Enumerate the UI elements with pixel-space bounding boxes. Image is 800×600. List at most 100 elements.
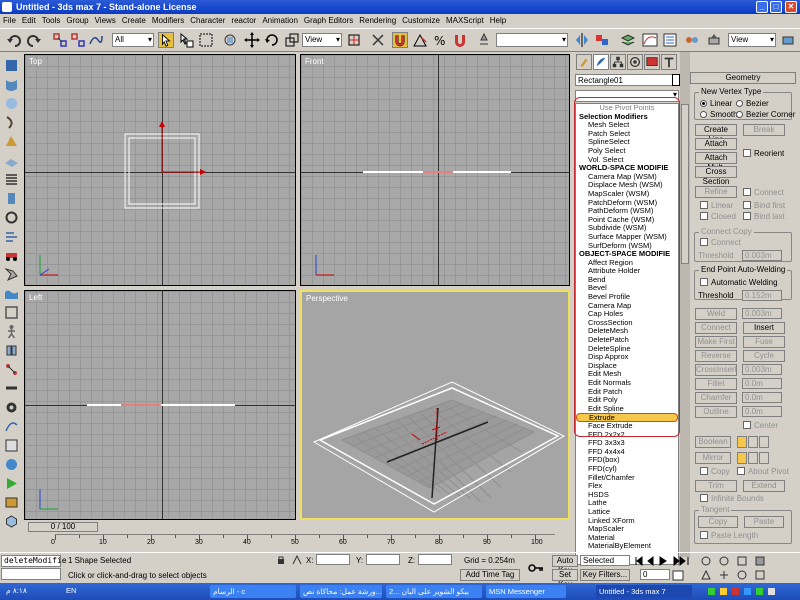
viewport-navigation-controls[interactable] (698, 555, 798, 583)
crossinsert-button[interactable]: CrossInsert (695, 364, 737, 376)
render-scene-icon[interactable] (706, 32, 722, 48)
layer-manager-icon[interactable] (620, 32, 636, 48)
percent-snap-icon[interactable]: % (432, 32, 448, 48)
outline-field[interactable]: 0.0m (742, 406, 782, 417)
extend-button[interactable]: Extend (743, 480, 785, 492)
current-frame-field[interactable]: 0 (640, 569, 670, 580)
use-pivot-center-icon[interactable] (346, 32, 362, 48)
weld-field[interactable]: 0.003m (742, 308, 782, 319)
command-panel-scrollbar[interactable] (680, 52, 690, 557)
paste-length-checkbox[interactable] (700, 531, 708, 539)
create-line-button[interactable]: Create Line (695, 124, 737, 144)
taskbar-clock[interactable]: ٨:١٨ م (6, 586, 27, 595)
about-pivot-checkbox[interactable] (737, 467, 745, 475)
taskbar-item-3dsmax[interactable]: Untitled - 3ds max 7 (596, 585, 692, 598)
menu-modifiers[interactable]: Modifiers (149, 16, 187, 25)
named-selection-icon[interactable] (476, 32, 492, 48)
chamfer-field[interactable]: 0.0m (742, 392, 782, 403)
bind-space-warp-icon[interactable] (88, 32, 104, 48)
create-tab-icon[interactable] (576, 54, 592, 70)
smooth-radio[interactable] (700, 111, 707, 118)
linear-radio[interactable] (700, 100, 707, 107)
absolute-mode-icon[interactable] (292, 555, 302, 565)
spring-icon[interactable] (4, 172, 19, 187)
geometry-rollout-header[interactable]: Geometry (690, 72, 796, 84)
toy-car-icon[interactable] (4, 248, 19, 263)
motion-tab-icon[interactable] (627, 54, 643, 70)
mirror-vertical-icon[interactable] (748, 452, 758, 464)
preview-icon[interactable] (4, 476, 19, 491)
fillet-field[interactable]: 0.0m (742, 378, 782, 389)
wind-icon[interactable] (4, 229, 19, 244)
car-wheel-icon[interactable] (4, 400, 19, 415)
point-to-path-icon[interactable] (4, 419, 19, 434)
menu-maxscript[interactable]: MAXScript (443, 16, 487, 25)
connect-copy-checkbox[interactable] (700, 238, 708, 246)
system-tray-icons[interactable] (706, 586, 786, 597)
key-filters-button[interactable]: Key Filters... (580, 569, 630, 581)
make-first-button[interactable]: Make First (695, 336, 737, 348)
connect-button[interactable]: Connect (695, 322, 737, 334)
display-tab-icon[interactable] (644, 54, 660, 70)
object-name-field[interactable]: Rectangle01 (575, 74, 673, 86)
deforming-mesh-icon[interactable] (4, 134, 19, 149)
set-key-mode-icon[interactable] (528, 562, 544, 574)
menu-views[interactable]: Views (92, 16, 119, 25)
select-and-move-icon[interactable] (244, 32, 260, 48)
reorient-checkbox[interactable] (743, 149, 751, 157)
mirror-both-icon[interactable] (759, 452, 769, 464)
redo-icon[interactable] (26, 32, 42, 48)
hinge-icon[interactable] (4, 343, 19, 358)
schematic-view-icon[interactable] (662, 32, 678, 48)
rag-doll-icon[interactable] (4, 324, 19, 339)
y-coord-field[interactable] (366, 554, 400, 565)
properties-icon[interactable] (4, 438, 19, 453)
fillet-button[interactable]: Fillet (695, 378, 737, 390)
angle-snap-icon[interactable] (412, 32, 428, 48)
object-color-swatch[interactable] (672, 74, 680, 86)
dashpot-icon[interactable] (4, 191, 19, 206)
z-coord-field[interactable] (418, 554, 452, 565)
lock-selection-icon[interactable] (276, 555, 286, 565)
cloth-icon[interactable] (4, 77, 19, 92)
select-and-link-icon[interactable] (52, 32, 68, 48)
menu-group[interactable]: Group (63, 16, 91, 25)
spinner-snap-icon[interactable] (452, 32, 468, 48)
fuse-button[interactable]: Fuse (743, 336, 785, 348)
weld-button[interactable]: Weld (695, 308, 737, 320)
tangent-paste-button[interactable]: Paste (744, 516, 784, 528)
convex-hull-icon[interactable] (4, 514, 19, 529)
plane-icon[interactable] (4, 153, 19, 168)
threshold-field[interactable]: 0.003m (742, 250, 782, 261)
attach-button[interactable]: Attach (695, 138, 737, 150)
menu-character[interactable]: Character (187, 16, 228, 25)
tangent-copy-button[interactable]: Copy (698, 516, 738, 528)
taskbar-item-msn[interactable]: MSN Messenger (486, 585, 566, 598)
bezier-corner-radio[interactable] (736, 111, 743, 118)
mirror-horizontal-icon[interactable] (737, 452, 747, 464)
menu-graph-editors[interactable]: Graph Editors (301, 16, 356, 25)
auto-key-button[interactable]: Auto Key (552, 555, 578, 575)
bind-last-checkbox[interactable] (743, 212, 751, 220)
named-selection-sets-dropdown[interactable] (496, 33, 568, 47)
automatic-welding-checkbox[interactable] (700, 278, 708, 286)
set-key-button[interactable]: Set Key (552, 569, 578, 589)
motor-icon[interactable] (4, 210, 19, 225)
language-indicator[interactable]: EN (66, 586, 76, 595)
menu-reactor[interactable]: reactor (228, 16, 259, 25)
water-icon[interactable] (4, 286, 19, 301)
point-to-point-icon[interactable] (4, 362, 19, 377)
mirror-button[interactable]: Mirror (695, 452, 731, 464)
menu-help[interactable]: Help (487, 16, 509, 25)
infinite-bounds-checkbox[interactable] (700, 494, 708, 502)
boolean-button[interactable]: Boolean (695, 436, 731, 448)
bind-first-checkbox[interactable] (743, 201, 751, 209)
cycle-button[interactable]: Cycle (743, 350, 785, 362)
rope-icon[interactable] (4, 115, 19, 130)
taskbar-item-workshop[interactable]: ورشة عمل: محاكاة نص... (300, 585, 382, 598)
menu-rendering[interactable]: Rendering (356, 16, 399, 25)
maxscript-input-field[interactable] (1, 568, 61, 580)
time-configuration-icon[interactable] (672, 569, 684, 581)
modify-tab-icon[interactable] (593, 54, 609, 70)
menu-create[interactable]: Create (119, 16, 149, 25)
